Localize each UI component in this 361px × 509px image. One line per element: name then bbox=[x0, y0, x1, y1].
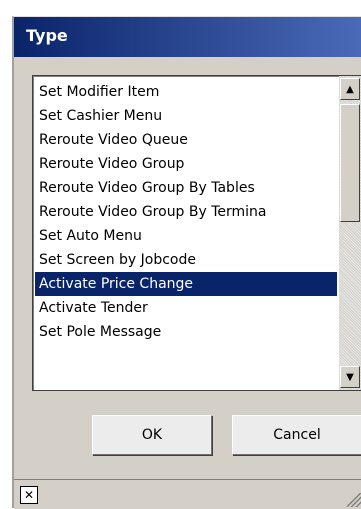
list-item[interactable]: Activate Price Change bbox=[35, 272, 337, 296]
scroll-down-button[interactable]: ▼ bbox=[340, 366, 360, 388]
list-item[interactable]: Set Cashier Menu bbox=[35, 104, 337, 128]
list-item[interactable]: Set Screen by Jobcode bbox=[35, 248, 337, 272]
triangle-up-icon: ▲ bbox=[346, 83, 354, 95]
type-dialog: Type Set Modifier Item Set Cashier Menu … bbox=[12, 16, 361, 509]
list-item[interactable]: Set Pole Message bbox=[35, 320, 337, 344]
list-item[interactable]: Activate Tender bbox=[35, 296, 337, 320]
dialog-title: Type bbox=[26, 26, 68, 45]
list-item[interactable]: Set Modifier Item bbox=[35, 80, 337, 104]
type-listbox[interactable]: Set Modifier Item Set Cashier Menu Rerou… bbox=[32, 75, 361, 391]
close-icon[interactable]: ✕ bbox=[20, 486, 38, 504]
scrollbar-thumb[interactable] bbox=[340, 104, 360, 222]
status-bar: ✕ bbox=[14, 479, 361, 509]
list-item[interactable]: Reroute Video Queue bbox=[35, 128, 337, 152]
cancel-button[interactable]: Cancel bbox=[232, 415, 361, 455]
scroll-up-button[interactable]: ▲ bbox=[340, 78, 360, 100]
type-list: Set Modifier Item Set Cashier Menu Rerou… bbox=[35, 80, 337, 344]
dialog-titlebar[interactable]: Type bbox=[14, 17, 361, 57]
vertical-scrollbar[interactable]: ▲ ▼ bbox=[339, 76, 361, 390]
list-item[interactable]: Reroute Video Group bbox=[35, 152, 337, 176]
ok-button[interactable]: OK bbox=[92, 415, 212, 455]
list-item[interactable]: Reroute Video Group By Tables bbox=[35, 176, 337, 200]
list-item[interactable]: Reroute Video Group By Termina bbox=[35, 200, 337, 224]
triangle-down-icon: ▼ bbox=[346, 371, 354, 383]
list-item[interactable]: Set Auto Menu bbox=[35, 224, 337, 248]
resize-grip-icon[interactable] bbox=[347, 493, 361, 507]
